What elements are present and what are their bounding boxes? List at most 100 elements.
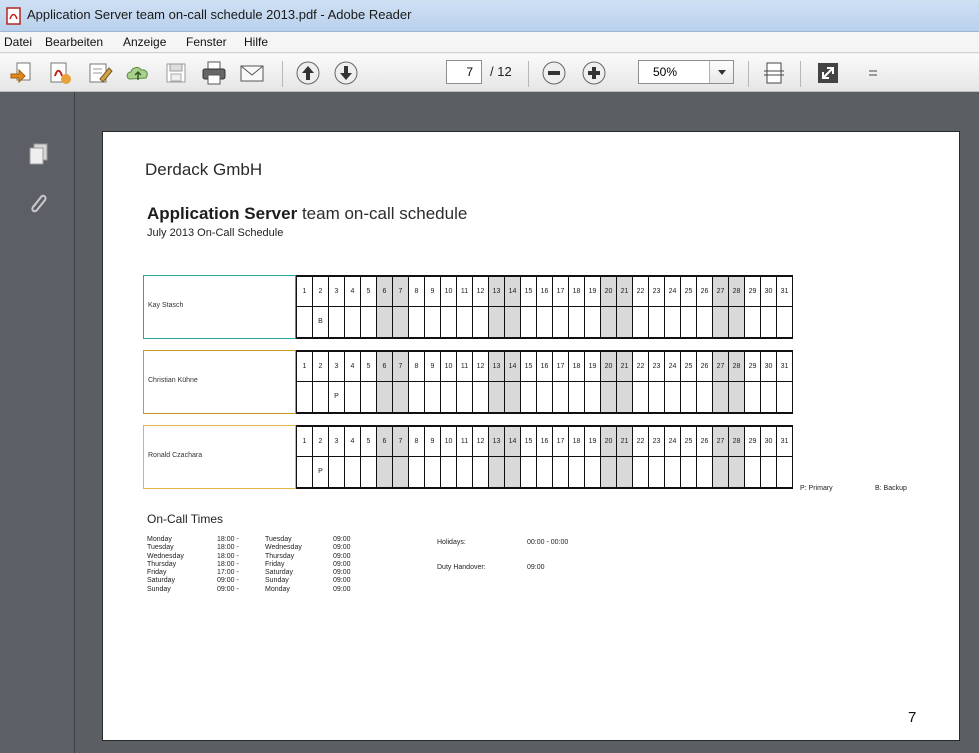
day-number-cell: 26: [697, 427, 713, 457]
fit-page-button[interactable]: [760, 59, 788, 87]
duty-cell: [649, 457, 665, 487]
day-number-cell: 19: [585, 277, 601, 307]
day-number-cell: 13: [489, 277, 505, 307]
duty-cell: [649, 382, 665, 412]
day-number-cell: 27: [713, 352, 729, 382]
oncall-from-time: 18:00 -: [217, 552, 239, 560]
upload-button[interactable]: [124, 59, 152, 87]
duty-cell: [489, 382, 505, 412]
full-screen-button[interactable]: [814, 59, 842, 87]
day-number-cell: 16: [537, 277, 553, 307]
print-button[interactable]: [200, 59, 228, 87]
day-number-cell: 11: [457, 277, 473, 307]
oncall-to-day: Wednesday: [265, 544, 302, 552]
day-number-cell: 10: [441, 277, 457, 307]
day-number-cell: 24: [665, 427, 681, 457]
day-number-cell: 21: [617, 427, 633, 457]
day-number-cell: 17: [553, 352, 569, 382]
oncall-to-day: Sunday: [265, 577, 289, 585]
oncall-from-day: Friday: [147, 569, 167, 577]
holidays-value: 00:00 - 00:00: [527, 539, 569, 546]
day-number-cell: 28: [729, 352, 745, 382]
duty-cell: [681, 457, 697, 487]
duty-cell: [633, 382, 649, 412]
day-number-cell: 4: [345, 277, 361, 307]
zoom-out-button[interactable]: [540, 59, 568, 87]
day-number-cell: 27: [713, 427, 729, 457]
chevron-down-icon[interactable]: [709, 61, 733, 83]
duty-cell: [681, 307, 697, 337]
duty-cell: [345, 307, 361, 337]
day-number-cell: 30: [761, 277, 777, 307]
day-number-cell: 19: [585, 427, 601, 457]
duty-cell: [633, 307, 649, 337]
day-number-cell: 7: [393, 352, 409, 382]
day-number-cell: 10: [441, 427, 457, 457]
previous-page-button[interactable]: [294, 59, 322, 87]
duty-cell: [473, 307, 489, 337]
paperclip-icon[interactable]: [24, 190, 52, 218]
day-number-cell: 3: [329, 352, 345, 382]
email-button[interactable]: [238, 59, 266, 87]
next-page-button[interactable]: [332, 59, 360, 87]
duty-cell: [761, 307, 777, 337]
page-number-input[interactable]: 7: [446, 60, 482, 84]
page-total-label: / 12: [490, 64, 512, 79]
edit-button[interactable]: [86, 59, 114, 87]
oncall-from-day: Saturday: [147, 577, 176, 585]
company-name: Derdack GmbH: [145, 160, 263, 179]
duty-cell: [393, 457, 409, 487]
duty-cell: [713, 382, 729, 412]
duty-cell: [601, 457, 617, 487]
day-number-cell: 20: [601, 427, 617, 457]
menu-datei[interactable]: Datei: [4, 35, 32, 49]
oncall-from-time: 09:00 -: [217, 577, 239, 585]
duty-cell: [537, 457, 553, 487]
day-number-cell: 2: [313, 352, 329, 382]
document-area[interactable]: Derdack GmbH Application Server team on-…: [75, 92, 979, 753]
duty-cell: [505, 307, 521, 337]
menu-bearbeiten[interactable]: Bearbeiten: [45, 35, 103, 49]
day-number-cell: 8: [409, 352, 425, 382]
arrow-up-circle-icon: [296, 61, 320, 85]
duty-cell: [473, 457, 489, 487]
menu-fenster[interactable]: Fenster: [186, 35, 227, 49]
duty-cell: [649, 307, 665, 337]
oncall-to-time: 09:00: [333, 544, 351, 552]
duty-cell: [393, 307, 409, 337]
day-number-cell: 25: [681, 352, 697, 382]
page-thumbnails-icon[interactable]: [24, 140, 52, 168]
day-number-cell: 28: [729, 427, 745, 457]
duty-cell: [521, 382, 537, 412]
expand-icon: [818, 63, 838, 83]
day-number-cell: 8: [409, 427, 425, 457]
day-number-cell: 7: [393, 277, 409, 307]
menu-hilfe[interactable]: Hilfe: [244, 35, 268, 49]
toolbar-separator: [282, 61, 283, 87]
duty-cell: [585, 457, 601, 487]
save-button[interactable]: [162, 59, 190, 87]
day-number-cell: 6: [377, 352, 393, 382]
toolbar-options-button[interactable]: [866, 59, 880, 87]
zoom-in-button[interactable]: [580, 59, 608, 87]
create-pdf-button[interactable]: [8, 59, 36, 87]
holidays-label: Holidays:: [437, 539, 466, 546]
window-title: Application Server team on-call schedule…: [27, 7, 412, 22]
convert-pdf-button[interactable]: [46, 59, 74, 87]
menu-anzeige[interactable]: Anzeige: [123, 35, 166, 49]
day-number-cell: 26: [697, 352, 713, 382]
duty-cell: [313, 382, 329, 412]
day-number-cell: 14: [505, 427, 521, 457]
toolbar-separator: [748, 61, 749, 87]
day-number-cell: 20: [601, 277, 617, 307]
oncall-from-time: 18:00 -: [217, 536, 239, 543]
duty-cell: [745, 382, 761, 412]
person-schedule-block: Ronald Czachara 1 2 P 3 4 5 6 7 8 9 10 11 12 13 14 15 16…: [143, 425, 925, 489]
day-number-cell: 9: [425, 352, 441, 382]
toolbar-separator: [528, 61, 529, 87]
day-grid: 1 2 3 P 4 5 6 7 8 9 10 11 12 13 14 15 16 17 18 19 20 21 22 23 24…: [296, 350, 793, 414]
day-number-cell: 12: [473, 352, 489, 382]
create-pdf-icon: [10, 62, 31, 84]
zoom-select[interactable]: 50%: [638, 60, 734, 84]
duty-cell: [665, 382, 681, 412]
